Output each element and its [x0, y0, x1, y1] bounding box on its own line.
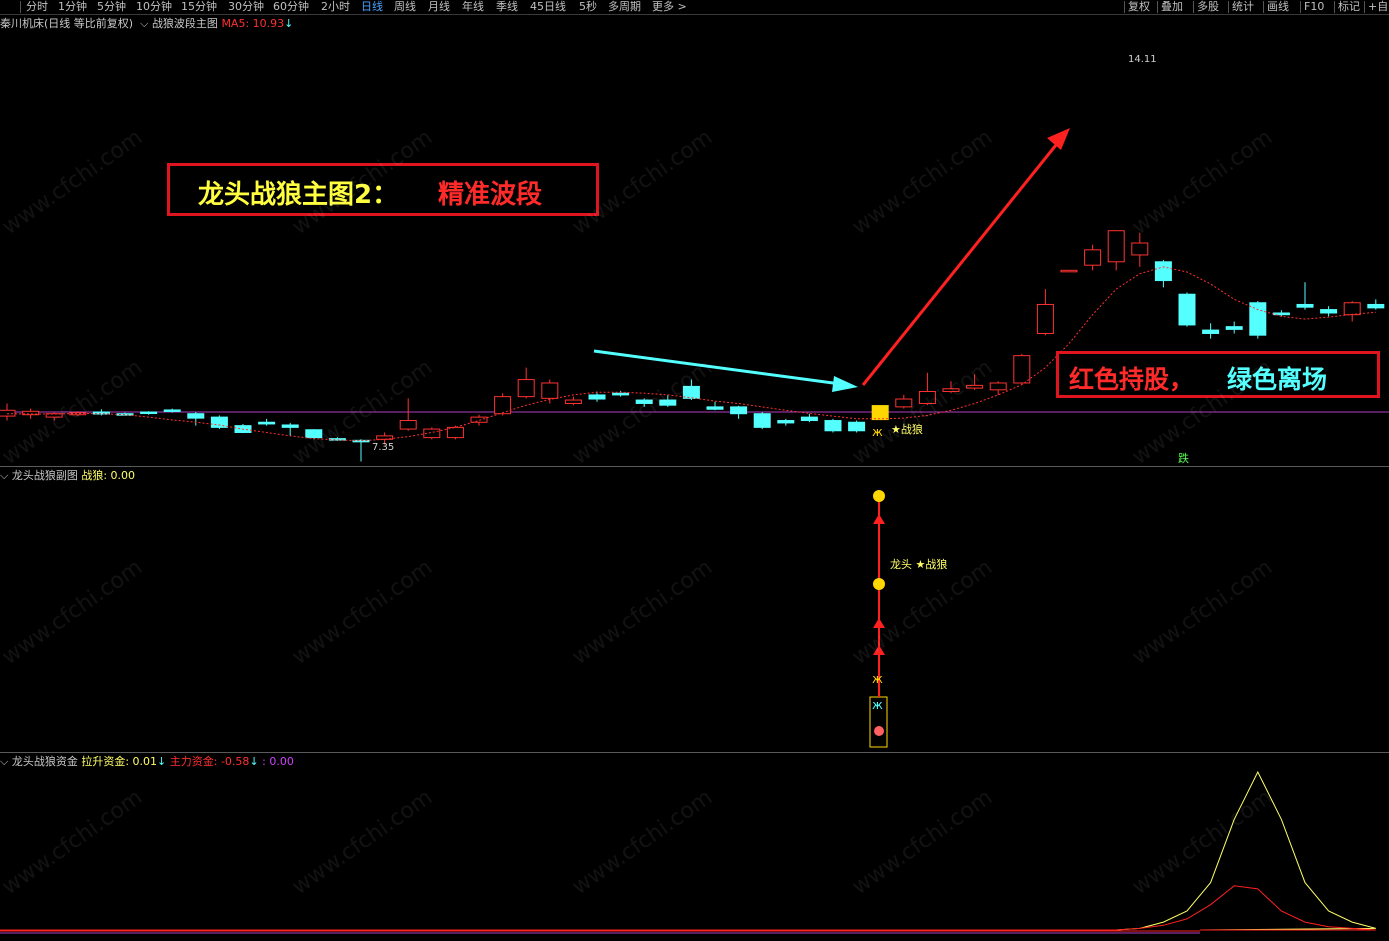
up-triangle-icon — [873, 618, 885, 628]
candle-body-down — [1154, 261, 1172, 282]
candle-body-down — [730, 406, 748, 415]
candle-body-down — [187, 413, 205, 419]
up-triangle-icon — [873, 645, 885, 655]
candle-body-up — [494, 396, 512, 415]
butterfly-icon: ж — [872, 672, 883, 686]
candle-body-down — [777, 420, 795, 424]
candle-body-up — [942, 388, 960, 393]
candle-body-down — [800, 416, 818, 422]
candle-body-up — [989, 382, 1007, 391]
candle-body-down — [258, 421, 276, 425]
candle-body-up — [1131, 242, 1149, 256]
candle-body-down — [706, 406, 724, 410]
candle-body-down — [659, 399, 677, 406]
candle-body-down — [1272, 312, 1290, 316]
candle-body-down — [682, 385, 700, 399]
candle-body-up — [517, 379, 535, 398]
banner-title-yellow: 龙头战狼主图2： — [198, 180, 399, 210]
candle-body-up — [966, 384, 984, 389]
moneybag-icon — [873, 490, 885, 502]
candle-body-up — [1084, 249, 1102, 266]
candle-body-up — [1060, 269, 1078, 273]
candle-body-down — [163, 409, 181, 412]
moneybag-icon — [873, 578, 885, 590]
candle-body-down — [1178, 293, 1196, 326]
candle-body-down — [210, 416, 228, 428]
butterfly-icon: ж — [872, 698, 883, 712]
candle-body-down — [1249, 302, 1267, 336]
candle-body-down — [824, 420, 842, 432]
signal-label: ★战狼 — [891, 423, 923, 436]
red-arrow-head — [1047, 128, 1070, 150]
banner-note-red: 红色持股， — [1069, 365, 1195, 394]
candle-body-down — [753, 413, 771, 428]
candle-body-down — [1320, 309, 1338, 314]
candle-body-up — [918, 391, 936, 404]
candle-body-down — [140, 411, 158, 414]
title-banner: 龙头战狼主图2： 精准波段 — [167, 163, 599, 216]
candle-body-down — [612, 392, 630, 396]
candle-body-down — [281, 424, 299, 428]
banner-title-red: 精准波段 — [438, 180, 543, 210]
candle-body-up — [1343, 302, 1361, 316]
candle-body-up — [895, 398, 913, 408]
up-triangle-icon — [873, 514, 885, 524]
butterfly-icon: ж — [872, 425, 883, 439]
candle-body-down — [1202, 329, 1220, 334]
candle-body-up — [1013, 355, 1031, 384]
cyan-arrow-line — [593, 349, 849, 387]
low-price-label: 7.35 — [372, 442, 395, 453]
signal-candle — [871, 405, 889, 421]
cyan-arrow-head — [832, 376, 858, 392]
legend-banner: 红色持股， 绿色离场 — [1056, 351, 1380, 398]
kline-chart[interactable]: жжж — [0, 0, 1389, 941]
candle-body-up — [564, 399, 582, 404]
candle-body-down — [1367, 303, 1385, 309]
candle-body-up — [1107, 230, 1125, 263]
candle-body-down — [588, 394, 606, 400]
candle-body-down — [305, 429, 323, 439]
candle-body-up — [399, 420, 417, 430]
candle-body-up — [1036, 303, 1054, 334]
candle-body-up — [541, 382, 559, 399]
banner-note-cyan: 绿色离场 — [1227, 365, 1328, 394]
high-price-label: 14.11 — [1128, 54, 1157, 65]
main-fund-line — [0, 885, 1376, 931]
sub-signal-label: 龙头 ★战狼 — [890, 558, 948, 571]
face-icon — [874, 726, 884, 736]
candle-body-down — [1296, 303, 1314, 308]
candle-body-down — [635, 399, 653, 404]
lift-fund-line — [0, 770, 1376, 931]
candle-body-down — [848, 421, 866, 432]
fall-label: 跌 — [1178, 452, 1189, 465]
candle-body-down — [1225, 326, 1243, 330]
candle-body-up — [0, 409, 16, 417]
candle-body-up — [470, 416, 488, 423]
red-arrow-line — [861, 139, 1062, 386]
